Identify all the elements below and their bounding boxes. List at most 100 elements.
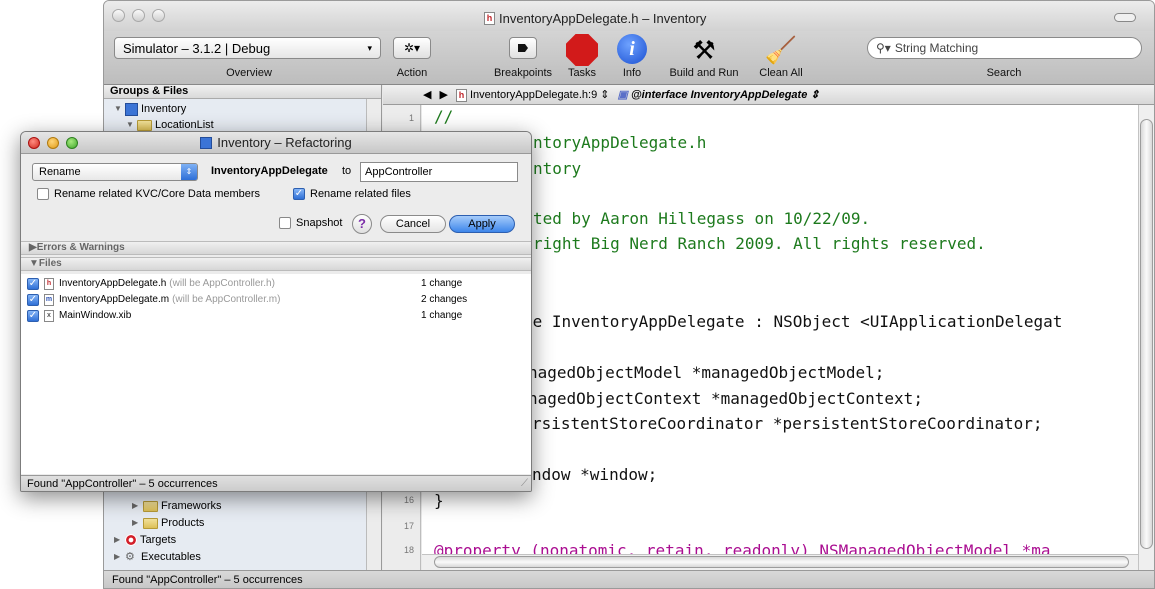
editor-horizontal-scroll-thumb[interactable] — [434, 556, 1129, 568]
folder-icon — [143, 517, 158, 529]
code-line: // — [434, 107, 454, 126]
operation-popup[interactable]: Rename ⇕ — [32, 163, 198, 181]
close-window-button[interactable] — [28, 137, 40, 149]
disclosure-closed-icon[interactable]: ▶ — [132, 516, 140, 530]
snapshot-option[interactable]: Snapshot — [279, 217, 342, 229]
apply-button[interactable]: Apply — [449, 215, 515, 233]
folder-icon — [137, 119, 152, 131]
disclosure-open-icon[interactable]: ▼ — [114, 102, 122, 116]
status-bar: Found "AppController" – 5 occurrences — [104, 570, 1154, 588]
file-rename-note: (will be AppController.m) — [172, 294, 281, 305]
files-section-label: Files — [38, 258, 62, 269]
project-icon — [125, 102, 138, 116]
errors-warnings-section[interactable]: ▶Errors & Warnings — [21, 241, 531, 255]
breakpoints-button[interactable] — [509, 37, 537, 59]
xib-file-icon: x — [44, 309, 54, 322]
file-row[interactable]: ✓ m InventoryAppDelegate.m (will be AppC… — [21, 293, 531, 306]
file-name: MainWindow.xib — [59, 310, 132, 321]
zoom-window-button[interactable] — [152, 9, 165, 22]
minimize-window-button[interactable] — [47, 137, 59, 149]
file-rename-note: (will be AppController.h) — [169, 278, 275, 289]
old-symbol-name: InventoryAppDelegate — [211, 165, 328, 177]
to-label: to — [342, 165, 352, 177]
symbol-popup[interactable]: ▣ @interface InventoryAppDelegate ⇕ — [617, 88, 819, 101]
kvc-checkbox[interactable] — [37, 188, 49, 200]
file-checkbox-checked[interactable]: ✓ — [27, 277, 39, 290]
resize-grip-icon[interactable]: ⟋ — [521, 478, 528, 489]
snapshot-checkbox[interactable] — [279, 217, 291, 229]
close-window-button[interactable] — [112, 9, 125, 22]
build-and-run-label: Build and Run — [669, 67, 739, 79]
sidebar-item-locationlist[interactable]: ▼ LocationList — [126, 118, 214, 132]
info-icon[interactable]: i — [617, 34, 647, 64]
disclosure-closed-icon[interactable]: ▶ — [114, 550, 122, 564]
sidebar-item-label: Targets — [140, 534, 177, 546]
refactoring-title-bar: Inventory – Refactoring — [21, 132, 531, 154]
action-button[interactable]: ✲▾ — [393, 37, 431, 59]
sidebar-item-products[interactable]: ▶ Products — [132, 516, 204, 530]
disclosure-closed-icon[interactable]: ▶ — [114, 533, 122, 547]
breakpoints-label: Breakpoints — [493, 67, 553, 79]
clean-all-broom-icon[interactable]: 🧹 — [764, 33, 798, 67]
search-field[interactable]: ⚲▾ String Matching — [867, 37, 1142, 59]
header-file-icon: h — [484, 12, 495, 25]
back-arrow-icon[interactable]: ◀ — [423, 88, 431, 101]
files-section[interactable]: ▼Files — [21, 257, 531, 271]
file-name: InventoryAppDelegate.m — [59, 294, 170, 305]
rename-kvc-option[interactable]: Rename related KVC/Core Data members — [37, 188, 260, 200]
sidebar-item-label: Products — [161, 517, 205, 529]
refactoring-window: Inventory – Refactoring Rename ⇕ Invento… — [20, 131, 532, 492]
search-label: Search — [986, 67, 1022, 79]
code-line: rsistentStoreCoordinator *persistentStor… — [532, 414, 1043, 433]
sidebar-item-executables[interactable]: ▶ ⚙ Executables — [114, 550, 201, 564]
file-row[interactable]: ✓ x MainWindow.xib 1 change — [21, 309, 531, 322]
magnifier-icon: ⚲▾ — [876, 41, 891, 55]
window-title: h InventoryAppDelegate.h – Inventory — [484, 11, 706, 26]
file-history-popup[interactable]: h InventoryAppDelegate.h:9 ⇕ — [455, 88, 609, 102]
disclosure-open-icon[interactable]: ▼ — [126, 118, 134, 132]
editor-navigation-bar: ◀ ▶ h InventoryAppDelegate.h:9 ⇕ ▣ @inte… — [383, 85, 1154, 105]
files-option-label: Rename related files — [310, 188, 411, 200]
disclosure-closed-icon[interactable]: ▶ — [29, 242, 37, 253]
project-icon — [200, 136, 213, 149]
title-bar: h InventoryAppDelegate.h – Inventory — [104, 1, 1154, 31]
toolbar: Simulator – 3.1.2 | Debug ▾ Overview ✲▾ … — [104, 31, 1154, 85]
sidebar-item-label: Frameworks — [161, 500, 222, 512]
sidebar-item-frameworks[interactable]: ▶ Frameworks — [132, 499, 222, 513]
cancel-button[interactable]: Cancel — [380, 215, 446, 233]
file-change-count: 1 change — [421, 310, 463, 321]
toolbar-toggle-button[interactable] — [1114, 13, 1136, 22]
build-and-run-icon[interactable]: ⚒ — [684, 33, 724, 67]
refactoring-title: Inventory – Refactoring — [217, 135, 352, 150]
tasks-stop-icon[interactable] — [566, 34, 598, 66]
nav-symbol-text: @interface InventoryAppDelegate — [630, 89, 808, 101]
disclosure-open-icon[interactable]: ▼ — [29, 258, 39, 269]
forward-arrow-icon[interactable]: ▶ — [439, 88, 447, 101]
sidebar-item-label: LocationList — [155, 119, 214, 131]
disclosure-closed-icon[interactable]: ▶ — [132, 499, 140, 513]
sidebar-item-label: Inventory — [141, 103, 187, 115]
file-checkbox-checked[interactable]: ✓ — [27, 309, 39, 322]
overview-popup[interactable]: Simulator – 3.1.2 | Debug ▾ — [114, 37, 381, 59]
code-line: } — [434, 491, 444, 510]
file-checkbox-checked[interactable]: ✓ — [27, 293, 39, 306]
zoom-window-button[interactable] — [66, 137, 78, 149]
code-line: nagedObjectContext *managedObjectContext… — [528, 389, 923, 408]
sidebar-item-targets[interactable]: ▶ Targets — [114, 533, 176, 547]
code-line: ndow *window; — [532, 465, 658, 484]
new-name-field[interactable]: AppController — [360, 162, 518, 182]
files-checkbox-checked[interactable]: ✓ — [293, 188, 305, 200]
editor-vertical-scroll-thumb[interactable] — [1140, 119, 1153, 549]
rename-files-option[interactable]: ✓ Rename related files — [293, 188, 411, 200]
code-line: nagedObjectModel *managedObjectModel; — [528, 363, 885, 382]
file-change-count: 1 change — [421, 278, 463, 289]
window-title-text: InventoryAppDelegate.h – Inventory — [499, 11, 707, 26]
snapshot-label: Snapshot — [296, 217, 343, 229]
minimize-window-button[interactable] — [132, 9, 145, 22]
sidebar-item-inventory[interactable]: ▼ Inventory — [114, 102, 186, 116]
overview-popup-value: Simulator – 3.1.2 | Debug — [123, 40, 271, 56]
file-row[interactable]: ✓ h InventoryAppDelegate.h (will be AppC… — [21, 277, 531, 290]
file-name: InventoryAppDelegate.h — [59, 278, 167, 289]
overview-label: Overview — [226, 67, 272, 79]
help-button[interactable]: ? — [352, 214, 372, 234]
